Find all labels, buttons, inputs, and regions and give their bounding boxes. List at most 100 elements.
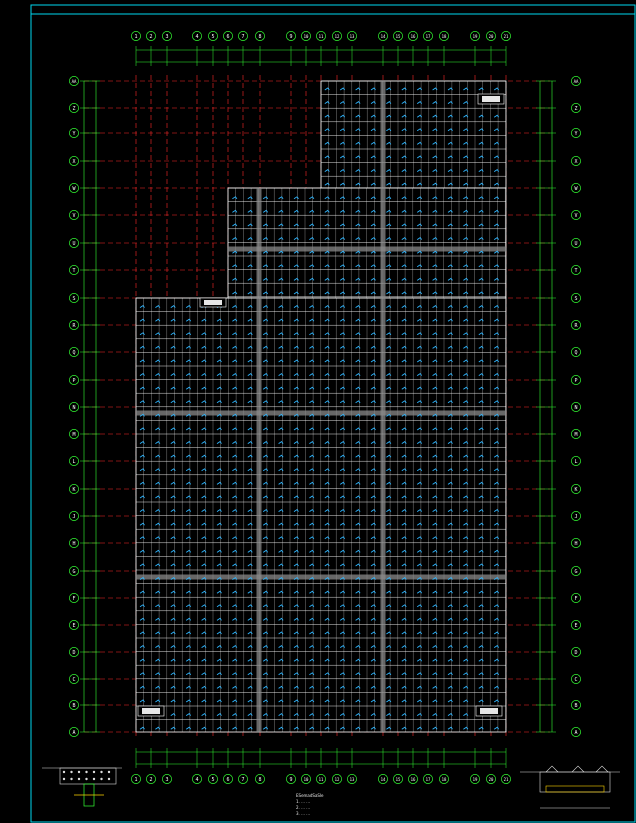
axis-right-L: L: [571, 456, 581, 466]
cad-drawing: 1122334455667788991010111112121313141415…: [0, 0, 636, 823]
axis-right-H: H: [571, 538, 581, 548]
axis-top-16: 16: [408, 31, 418, 41]
axis-bottom-2: 2: [146, 774, 156, 784]
axis-bubble-label: C: [574, 677, 577, 683]
axis-bubble-label: 1: [134, 777, 137, 783]
axis-top-18: 18: [439, 31, 449, 41]
axis-bottom-12: 12: [332, 774, 342, 784]
axis-top-21: 21: [501, 31, 511, 41]
axis-bottom-19: 19: [470, 774, 480, 784]
axis-left-H: H: [69, 538, 79, 548]
axis-bubble-label: H: [574, 541, 577, 547]
axis-bubble-label: X: [574, 159, 577, 165]
section-hatch-dot: [70, 770, 73, 774]
axis-bubble-label: 8: [258, 34, 261, 40]
axis-bubble-label: 2: [149, 777, 152, 783]
axis-bubble-label: 9: [289, 34, 292, 40]
axis-right-A: A: [571, 727, 581, 737]
axis-left-R: R: [69, 320, 79, 330]
axis-bubble-label: J: [72, 514, 75, 520]
axis-bubble-label: Q: [574, 350, 577, 356]
axis-right-T: T: [571, 265, 581, 275]
section-hatch-dot: [77, 770, 81, 774]
axis-bubble-label: Q: [72, 350, 75, 356]
expansion-band-v-0: [256, 188, 262, 732]
axis-bottom-5: 5: [208, 774, 218, 784]
axis-bubble-label: 6: [226, 34, 229, 40]
axis-left-Z: Z: [69, 103, 79, 113]
axis-bubble-label: Z: [574, 106, 577, 112]
axis-bubble-label: 12: [335, 34, 340, 39]
axis-right-J: J: [571, 511, 581, 521]
axis-top-5: 5: [208, 31, 218, 41]
axis-right-N: N: [571, 402, 581, 412]
axis-bubble-label: 6: [226, 777, 229, 783]
zone-middle-outline: [227, 187, 507, 299]
general-notes: ESemadSaSle 1. ... ... 2. ... ... 3. ...…: [296, 793, 324, 817]
expansion-band-h-2: [136, 574, 506, 580]
axis-bubble-label: 20: [489, 777, 494, 782]
axis-right-Z: Z: [571, 103, 581, 113]
axis-right-W: W: [571, 183, 581, 193]
axis-bottom-15: 15: [393, 774, 403, 784]
axis-bubble-label: F: [574, 596, 577, 602]
axis-left-AA: AA: [69, 76, 79, 86]
axis-bubble-label: B: [72, 703, 75, 709]
axis-right-AA: AA: [571, 76, 581, 86]
axis-bottom-11: 11: [316, 774, 326, 784]
axis-bubble-label: E: [574, 623, 577, 629]
axis-bubble-label: 2: [149, 34, 152, 40]
axis-top-3: 3: [162, 31, 172, 41]
axis-bubble-label: M: [72, 432, 75, 438]
opening-box-fill: [482, 96, 500, 102]
axis-bubble-label: N: [72, 405, 75, 411]
axis-right-G: G: [571, 566, 581, 576]
axis-bubble-label: E: [72, 623, 75, 629]
axis-top-9: 9: [286, 31, 296, 41]
axis-top-14: 14: [378, 31, 388, 41]
axis-bubble-label: U: [574, 241, 577, 247]
axis-top-20: 20: [486, 31, 496, 41]
axis-bubble-label: D: [574, 650, 577, 656]
axis-bubble-label: G: [574, 569, 577, 575]
axis-left-P: P: [69, 375, 79, 385]
axis-left-C: C: [69, 674, 79, 684]
axis-bubble-label: AA: [574, 79, 579, 84]
axis-bubble-label: M: [574, 432, 577, 438]
axis-right-U: U: [571, 238, 581, 248]
axis-bubble-label: 21: [504, 777, 509, 782]
axis-top-11: 11: [316, 31, 326, 41]
section-hatch-dot: [100, 770, 103, 774]
axis-left-S: S: [69, 293, 79, 303]
axis-bubble-label: 14: [381, 34, 386, 39]
section-hatch-dot: [62, 770, 66, 774]
axis-bubble-label: 13: [350, 34, 355, 39]
axis-top-12: 12: [332, 31, 342, 41]
axis-bubble-label: P: [574, 378, 577, 384]
axis-bottom-7: 7: [238, 774, 248, 784]
axis-right-M: M: [571, 429, 581, 439]
section-hatch-dot: [70, 777, 73, 781]
axis-right-D: D: [571, 647, 581, 657]
section-hatch-dot: [77, 777, 81, 781]
zone-lower-outline: [135, 297, 507, 733]
expansion-band-v-1: [380, 81, 386, 732]
axis-bottom-4: 4: [192, 774, 202, 784]
axis-bubble-label: T: [574, 268, 577, 274]
axis-bubble-label: 21: [504, 34, 509, 39]
axis-bottom-10: 10: [301, 774, 311, 784]
opening-box-fill: [204, 300, 222, 305]
axis-left-N: N: [69, 402, 79, 412]
axis-left-K: K: [69, 484, 79, 494]
axis-top-8: 8: [255, 31, 265, 41]
axis-bottom-17: 17: [423, 774, 433, 784]
opening-box-fill: [480, 708, 498, 714]
axis-bottom-1: 1: [131, 774, 141, 784]
axis-bubble-label: F: [72, 596, 75, 602]
axis-bubble-label: 4: [195, 34, 198, 40]
expansion-band-h-0: [228, 246, 506, 252]
axis-left-D: D: [69, 647, 79, 657]
axis-bubble-label: 15: [396, 34, 401, 39]
axis-top-17: 17: [423, 31, 433, 41]
axis-bubble-label: 7: [241, 34, 244, 40]
